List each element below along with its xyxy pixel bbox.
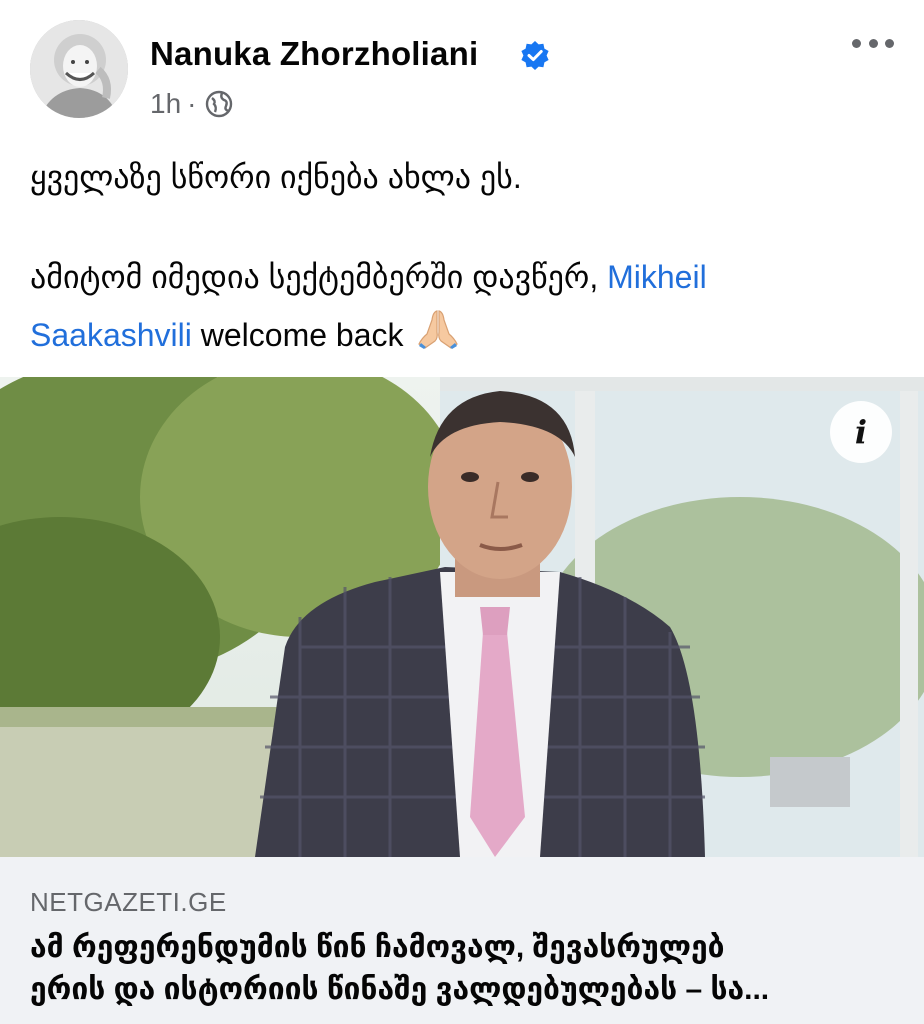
- post-text: ყველაზე სწორი იქნება ახლა ეს. ამიტომ იმე…: [30, 148, 900, 364]
- mention-link[interactable]: Mikheil: [607, 259, 707, 295]
- more-dot: [868, 38, 878, 48]
- info-icon[interactable]: i: [830, 401, 892, 463]
- author-name[interactable]: Nanuka Zhorzholiani: [150, 34, 478, 74]
- link-headline[interactable]: ამ რეფერენდუმის წინ ჩამოვალ, შევასრულებ …: [30, 927, 900, 1011]
- post-header: Nanuka Zhorzholiani 1h ·: [0, 0, 924, 140]
- headline-line1: ამ რეფერენდუმის წინ ჩამოვალ, შევასრულებ: [30, 931, 725, 964]
- post-text-suffix: welcome back: [191, 317, 404, 353]
- post-text-line2: ამიტომ იმედია სექტემბერში დავწერ, Mikhei…: [30, 248, 900, 364]
- link-preview-footer[interactable]: NETGAZETI.GE ამ რეფერენდუმის წინ ჩამოვალ…: [0, 857, 924, 1024]
- more-options-icon[interactable]: [852, 28, 894, 58]
- more-dot: [885, 38, 894, 48]
- avatar-photo: [30, 20, 128, 118]
- avatar[interactable]: [30, 20, 128, 118]
- link-preview-image[interactable]: i: [0, 377, 924, 857]
- globe-icon[interactable]: [204, 89, 234, 119]
- meta-separator: ·: [187, 88, 197, 119]
- post-text-line1: ყველაზე სწორი იქნება ახლა ეს.: [30, 159, 522, 195]
- news-photo: [0, 377, 924, 857]
- more-dot: [852, 38, 861, 48]
- post-text-prefix: ამიტომ იმედია სექტემბერში დავწერ,: [30, 259, 608, 295]
- post-meta: 1h ·: [150, 86, 234, 122]
- verified-badge-icon: [521, 41, 549, 70]
- timestamp[interactable]: 1h: [150, 88, 181, 120]
- mention-link-cont[interactable]: Saakashvili: [30, 317, 192, 353]
- folded-hands-emoji: [418, 310, 459, 349]
- link-domain: NETGAZETI.GE: [30, 887, 227, 917]
- headline-line2: ერის და ისტორიის წინაშე ვალდებულებას – ს…: [30, 973, 770, 1006]
